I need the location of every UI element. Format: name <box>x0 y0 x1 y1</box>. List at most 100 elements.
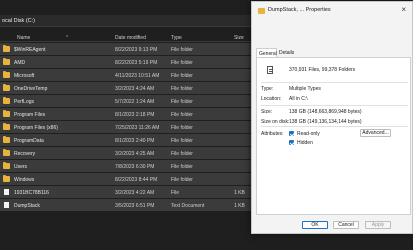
dialog-title: DumpStack, ... Properties <box>268 7 331 13</box>
dialog-tabs: General Details <box>256 48 411 57</box>
file-date: 7/8/2023 6:30 PM <box>115 163 155 170</box>
file-date: 3/2/2023 4:24 AM <box>115 85 155 92</box>
file-name: Microsoft <box>14 72 35 79</box>
file-name: Recovery <box>14 150 36 157</box>
file-type: File <box>171 189 180 196</box>
file-row[interactable]: PerfLogs 5/7/2022 1:24 AM File folder <box>0 95 260 107</box>
dialog-buttons: OK Cancel Apply <box>252 221 412 231</box>
file-type: File folder <box>171 98 193 105</box>
file-icon <box>4 189 9 195</box>
file-row[interactable]: Program Files (x86) 7/25/2023 11:26 AM Fil… <box>0 121 260 133</box>
divider <box>261 105 408 106</box>
folder-icon <box>3 110 10 117</box>
hidden-label[interactable]: Hidden <box>297 140 313 146</box>
column-header-name[interactable]: Name <box>17 35 30 41</box>
file-name: Windows <box>14 176 35 183</box>
cancel-button[interactable]: Cancel <box>333 221 359 229</box>
file-row[interactable]: Recovery 3/2/2023 4:25 AM File folder <box>0 147 260 159</box>
address-text: ocal Disk (C:) <box>2 18 36 24</box>
file-name: Users <box>14 163 28 170</box>
hidden-checkbox[interactable] <box>289 140 294 145</box>
general-panel: 370,931 Files, 99,378 Folders Type: Mult… <box>256 57 411 215</box>
readonly-label[interactable]: Read-only <box>297 131 320 137</box>
file-date: 8/22/2023 9:13 PM <box>115 46 158 53</box>
file-type: File folder <box>171 59 193 66</box>
size-on-disk-value: 138 GB (149,136,134,144 bytes) <box>289 119 362 125</box>
file-row[interactable]: Users 7/8/2023 6:30 PM File folder <box>0 160 260 172</box>
properties-dialog: DumpStack, ... Properties × General Deta… <box>251 1 413 234</box>
file-name: Program Files <box>14 111 46 118</box>
ok-button[interactable]: OK <box>302 221 328 229</box>
location-label: Location: <box>261 96 282 102</box>
file-row[interactable]: OneDriveTemp 3/2/2023 4:24 AM File folder <box>0 82 260 94</box>
folder-icon <box>3 71 10 78</box>
sort-up-icon: ^ <box>66 35 69 41</box>
file-date: 8/22/2023 8:44 PM <box>115 176 158 183</box>
readonly-checkbox[interactable] <box>289 131 294 136</box>
file-type: File folder <box>171 111 193 118</box>
folder-icon <box>3 149 10 156</box>
file-type: File folder <box>171 176 193 183</box>
multiple-files-icon <box>267 66 273 74</box>
file-name: AMD <box>14 59 26 66</box>
file-type: File folder <box>171 72 193 79</box>
file-row[interactable]: 1931BC78B116 3/2/2023 4:22 AM File 1 KB <box>0 186 260 198</box>
divider <box>261 82 408 83</box>
location-value: All in C:\ <box>289 96 308 102</box>
file-name: ProgramData <box>14 137 44 144</box>
column-header-size[interactable]: Size <box>234 35 244 41</box>
file-type: File folder <box>171 46 193 53</box>
file-size: 1 KB <box>234 202 245 209</box>
files-summary: 370,931 Files, 99,378 Folders <box>289 67 356 73</box>
file-date: 3/5/2023 6:51 PM <box>115 202 155 209</box>
file-date: 3/2/2023 4:22 AM <box>115 189 155 196</box>
file-name: Program Files (x86) <box>14 124 58 131</box>
tab-general[interactable]: General <box>256 48 277 57</box>
file-row[interactable]: Windows 8/22/2023 8:44 PM File folder <box>0 173 260 185</box>
size-value: 138 GB (148,663,869,948 bytes) <box>289 109 362 115</box>
tab-details[interactable]: Details <box>277 48 296 57</box>
file-type: File folder <box>171 137 193 144</box>
file-name: PerfLogs <box>14 98 35 105</box>
file-type: File folder <box>171 124 193 131</box>
file-row[interactable]: AMD 8/22/2023 5:19 PM File folder <box>0 56 260 68</box>
file-type: Text Document <box>171 202 205 209</box>
file-date: 5/7/2022 1:24 AM <box>115 98 155 105</box>
file-row[interactable]: Program Files 8/1/2023 2:18 PM File folder <box>0 108 260 120</box>
folder-icon <box>258 8 265 14</box>
file-row[interactable]: Microsoft 4/11/2023 10:51 AM File folder <box>0 69 260 81</box>
folder-icon <box>3 97 10 104</box>
column-header-type[interactable]: Type <box>171 35 182 41</box>
type-label: Type: <box>261 86 274 92</box>
file-name: $WinREAgent <box>14 46 46 53</box>
file-date: 3/2/2023 4:25 AM <box>115 150 155 157</box>
divider <box>261 126 408 127</box>
advanced-button[interactable]: Advanced... <box>360 129 391 137</box>
file-name: 1931BC78B116 <box>14 189 49 196</box>
folder-icon <box>3 84 10 91</box>
folder-icon <box>3 45 10 52</box>
apply-button[interactable]: Apply <box>365 221 391 229</box>
file-name: DumpStack <box>14 202 40 209</box>
close-icon[interactable]: × <box>401 5 406 14</box>
file-row[interactable]: DumpStack 3/5/2023 6:51 PM Text Document 1 … <box>0 199 260 211</box>
type-value: Multiple Types <box>289 86 321 92</box>
file-type: File folder <box>171 163 193 170</box>
attributes-label: Attributes: <box>261 131 284 137</box>
folder-icon <box>3 175 10 182</box>
file-date: 8/1/2023 2:18 PM <box>115 111 155 118</box>
file-row[interactable]: $WinREAgent 8/22/2023 9:13 PM File folder <box>0 43 260 55</box>
size-label: Size: <box>261 109 273 115</box>
folder-icon <box>3 58 10 65</box>
folder-icon <box>3 136 10 143</box>
file-name: OneDriveTemp <box>14 85 48 92</box>
file-row[interactable]: ProgramData 8/1/2023 2:40 PM File folder <box>0 134 260 146</box>
file-type: File folder <box>171 150 193 157</box>
folder-icon <box>3 162 10 169</box>
size-on-disk-label: Size on disk: <box>261 119 290 125</box>
folder-icon <box>3 123 10 130</box>
column-header-date[interactable]: Date modified <box>115 35 146 41</box>
file-date: 7/25/2023 11:26 AM <box>115 124 160 131</box>
file-date: 4/11/2023 10:51 AM <box>115 72 160 79</box>
file-date: 8/22/2023 5:19 PM <box>115 59 158 66</box>
